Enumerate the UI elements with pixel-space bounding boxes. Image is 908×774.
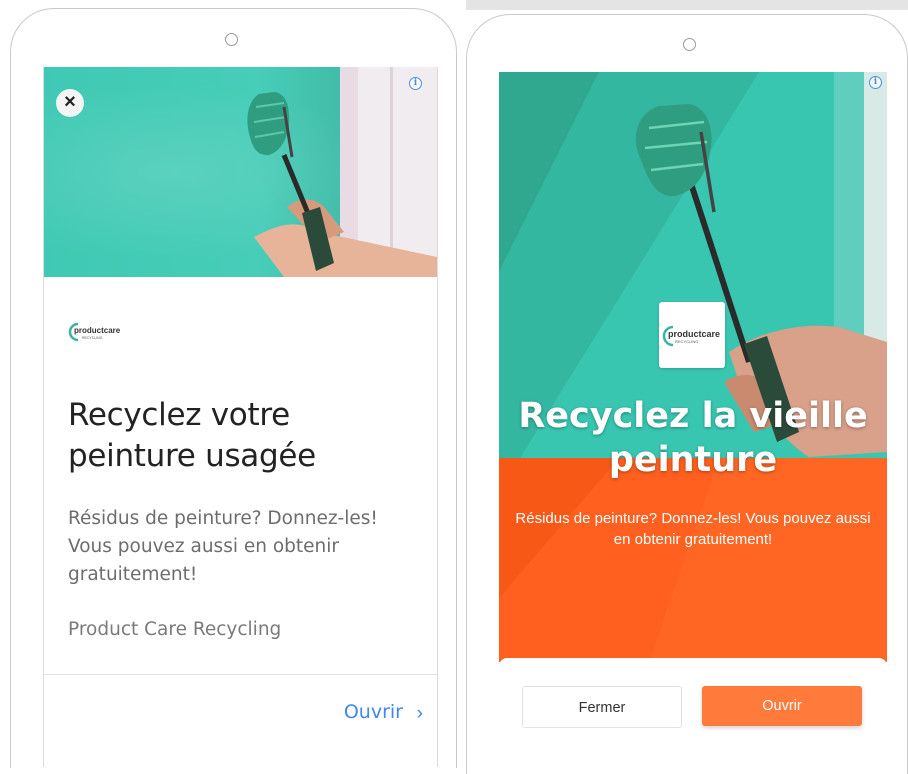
- ad-headline: Recyclez la vieille peinture: [518, 396, 868, 480]
- svg-text:productcare: productcare: [74, 326, 121, 335]
- svg-text:RECYCLING: RECYCLING: [675, 339, 698, 344]
- paint-roller-illustration: [247, 67, 437, 277]
- ad-headline: Recyclez votre peinture usagée: [68, 397, 316, 474]
- camera-icon: [683, 38, 696, 51]
- camera-icon: [225, 33, 238, 46]
- ad-info-icon[interactable]: i: [869, 76, 882, 89]
- ad-native-left: × i productcare RECYCLING Recyclez votre…: [43, 67, 438, 767]
- close-button[interactable]: Fermer: [522, 686, 682, 728]
- hero-image-paint-roller: × i: [44, 67, 437, 277]
- ad-description: Résidus de peinture? Donnez-les! Vous po…: [515, 510, 871, 548]
- divider: [44, 674, 437, 675]
- open-button[interactable]: Ouvrir: [702, 686, 862, 726]
- phone-frame-right: productcare RECYCLING Recyclez la vieill…: [466, 14, 908, 774]
- hero-image-paint-roller: productcare RECYCLING Recyclez la vieill…: [499, 72, 887, 662]
- ad-interstitial-right: productcare RECYCLING Recyclez la vieill…: [499, 72, 887, 772]
- orange-banner: [499, 458, 887, 662]
- svg-text:RECYCLING: RECYCLING: [82, 336, 103, 340]
- productcare-logo: productcare RECYCLING: [68, 322, 121, 342]
- productcare-logo: productcare RECYCLING: [659, 302, 725, 368]
- advertiser-name: Product Care Recycling: [68, 619, 282, 640]
- top-strip: [466, 0, 908, 10]
- ad-info-icon[interactable]: i: [409, 77, 422, 90]
- open-link[interactable]: Ouvrir: [344, 701, 403, 723]
- phone-frame-left: × i productcare RECYCLING Recyclez votre…: [10, 8, 457, 768]
- close-button[interactable]: ×: [56, 89, 84, 117]
- svg-text:productcare: productcare: [668, 329, 720, 339]
- chevron-right-icon[interactable]: ›: [417, 703, 423, 725]
- ad-description: Résidus de peinture? Donnez-les! Vous po…: [68, 508, 378, 585]
